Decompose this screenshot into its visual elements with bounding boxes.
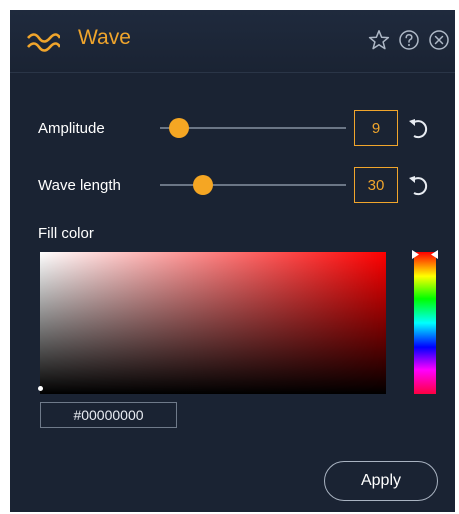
wave-length-value-box[interactable]: 30 <box>354 167 398 203</box>
wave-length-slider-track[interactable] <box>160 184 346 186</box>
wave-panel: Wave Amplitude 9 Wave length 30 Fill col… <box>10 10 455 512</box>
saturation-value-picker[interactable] <box>40 252 386 394</box>
hue-slider[interactable] <box>414 252 436 394</box>
help-icon[interactable] <box>398 29 420 51</box>
wave-length-reset-icon[interactable] <box>406 172 432 198</box>
panel-header: Wave <box>10 10 455 73</box>
close-icon[interactable] <box>428 29 450 51</box>
hue-slider-marker[interactable] <box>412 250 438 259</box>
wave-length-slider-thumb[interactable] <box>192 175 213 195</box>
wave-icon <box>27 33 60 52</box>
star-icon[interactable] <box>368 29 390 51</box>
amplitude-slider-thumb[interactable] <box>168 118 189 138</box>
color-picker-handle[interactable] <box>38 386 43 391</box>
hex-color-input[interactable] <box>40 402 177 428</box>
amplitude-reset-icon[interactable] <box>406 115 432 141</box>
amplitude-slider[interactable] <box>160 118 346 138</box>
apply-button[interactable]: Apply <box>324 461 438 501</box>
fill-color-label: Fill color <box>38 225 94 242</box>
amplitude-label: Amplitude <box>38 120 105 137</box>
wave-length-label: Wave length <box>38 177 121 194</box>
wave-length-slider[interactable] <box>160 175 346 195</box>
amplitude-value-box[interactable]: 9 <box>354 110 398 146</box>
panel-title: Wave <box>78 26 131 49</box>
